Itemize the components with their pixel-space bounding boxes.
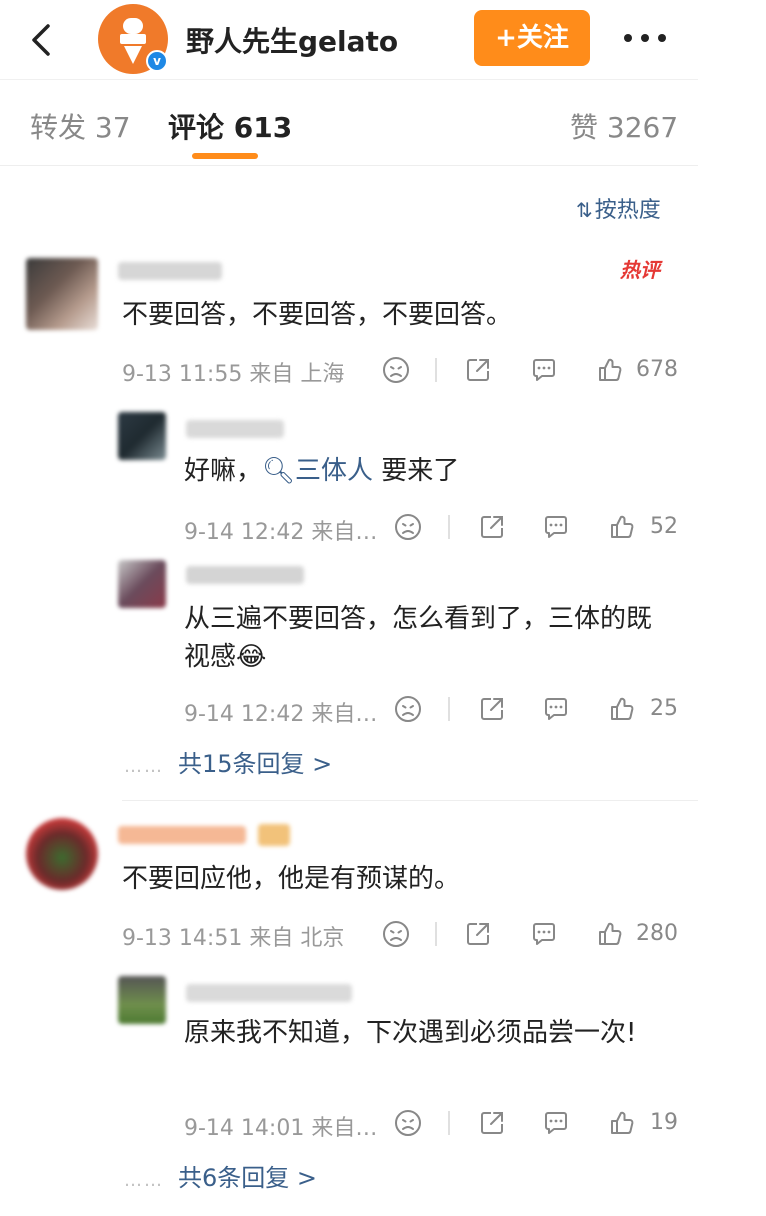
gelato-logo-icon <box>120 18 146 64</box>
reply-text: 从三遍不要回答，怎么看到了，三体的既视感😂 <box>184 604 653 672</box>
reply-avatar[interactable] <box>118 976 166 1024</box>
dislike-icon[interactable] <box>382 356 410 384</box>
share-icon[interactable] <box>464 356 492 384</box>
user-badge <box>258 824 290 846</box>
like-count: 52 <box>650 514 678 539</box>
tab-bar: 转发 37 评论 613 赞 3267 <box>0 80 698 166</box>
reply-text: 原来我不知道，下次遇到必须品尝一次! <box>184 1018 637 1048</box>
comment-text: 不要回答，不要回答，不要回答。 <box>122 300 513 330</box>
view-more-replies-link[interactable]: …… 共6条回复 > <box>124 1158 317 1193</box>
like-count: 19 <box>650 1110 678 1135</box>
search-icon: 🔍︎ <box>262 456 296 486</box>
comment-avatar[interactable] <box>26 818 98 890</box>
comment-username[interactable] <box>118 826 246 844</box>
reply-location: 来自… <box>311 520 378 545</box>
active-tab-indicator <box>192 153 258 159</box>
reply-location: 来自… <box>311 702 378 727</box>
top-bar: v 野人先生gelato +关注 <box>0 0 698 80</box>
author-name[interactable]: 野人先生gelato <box>186 20 398 60</box>
like-icon[interactable] <box>596 920 624 948</box>
more-replies-label: 共6条回复 > <box>178 1164 318 1192</box>
comment-meta: 9-13 11:55 来自 上海 <box>122 356 344 388</box>
reply-time: 9-14 14:01 <box>184 1116 305 1141</box>
share-icon[interactable] <box>478 695 506 723</box>
tab-likes[interactable]: 赞 3267 <box>570 106 678 146</box>
dotted-leader: …… <box>124 1170 164 1191</box>
dislike-icon[interactable] <box>394 513 422 541</box>
like-icon[interactable] <box>608 513 636 541</box>
reply-meta: 9-14 12:42 来自… <box>184 514 377 546</box>
comment-time: 9-13 11:55 <box>122 362 243 387</box>
reply-text-part: 好嘛， <box>184 456 263 486</box>
reply-username[interactable] <box>186 420 284 438</box>
like-count: 25 <box>650 696 678 721</box>
view-more-replies-link[interactable]: …… 共15条回复 > <box>124 744 332 779</box>
like-icon[interactable] <box>608 1109 636 1137</box>
tab-reposts[interactable]: 转发 37 <box>30 106 131 146</box>
reply-text: 好嘛，🔍︎三体人 要来了 <box>184 452 459 490</box>
divider <box>448 515 450 539</box>
comment-icon[interactable] <box>542 1109 570 1137</box>
sort-icon: ⇅ <box>576 198 593 222</box>
share-icon[interactable] <box>478 513 506 541</box>
dotted-leader: …… <box>124 756 164 777</box>
dislike-icon[interactable] <box>382 920 410 948</box>
comment-separator <box>122 800 698 801</box>
reply-location: 来自… <box>311 1116 378 1141</box>
reply-time: 9-14 12:42 <box>184 520 305 545</box>
sort-label: 按热度 <box>594 198 661 223</box>
topic-link[interactable]: 🔍︎三体人 <box>262 456 373 486</box>
comment-location: 来自 上海 <box>249 362 345 387</box>
like-count: 280 <box>636 921 678 946</box>
share-icon[interactable] <box>478 1109 506 1137</box>
divider <box>448 697 450 721</box>
comment-icon[interactable] <box>542 513 570 541</box>
reply-avatar[interactable] <box>118 560 166 608</box>
comment-time: 9-13 14:51 <box>122 926 243 951</box>
dislike-icon[interactable] <box>394 695 422 723</box>
comment-avatar[interactable] <box>26 258 98 330</box>
more-replies-label: 共15条回复 > <box>178 750 333 778</box>
comment-icon[interactable] <box>530 356 558 384</box>
comment-meta: 9-13 14:51 来自 北京 <box>122 920 344 952</box>
verified-badge: v <box>146 50 168 72</box>
share-icon[interactable] <box>464 920 492 948</box>
more-options-icon[interactable] <box>620 22 670 52</box>
reply-meta: 9-14 14:01 来自… <box>184 1110 377 1142</box>
like-count: 678 <box>636 357 678 382</box>
tab-comments[interactable]: 评论 613 <box>168 106 292 146</box>
reply-avatar[interactable] <box>118 412 166 460</box>
back-button[interactable] <box>24 20 58 60</box>
hot-comment-badge: 热评 <box>620 258 660 282</box>
like-icon[interactable] <box>608 695 636 723</box>
divider <box>448 1111 450 1135</box>
reply-username[interactable] <box>186 984 352 1002</box>
chevron-left-icon <box>32 24 50 56</box>
comment-text: 不要回应他，他是有预谋的。 <box>122 864 461 894</box>
comment-username[interactable] <box>118 262 222 280</box>
reply-meta: 9-14 12:42 来自… <box>184 696 377 728</box>
like-icon[interactable] <box>596 356 624 384</box>
topic-link-label: 三体人 <box>295 456 374 486</box>
follow-button[interactable]: +关注 <box>474 10 590 66</box>
reply-text-part: 要来了 <box>373 456 460 486</box>
reply-username[interactable] <box>186 566 304 584</box>
sort-by-hot-button[interactable]: ⇅按热度 <box>576 192 661 224</box>
reply-time: 9-14 12:42 <box>184 702 305 727</box>
comment-icon[interactable] <box>530 920 558 948</box>
comment-location: 来自 北京 <box>249 926 345 951</box>
divider <box>435 922 437 946</box>
dislike-icon[interactable] <box>394 1109 422 1137</box>
divider <box>435 358 437 382</box>
comment-icon[interactable] <box>542 695 570 723</box>
